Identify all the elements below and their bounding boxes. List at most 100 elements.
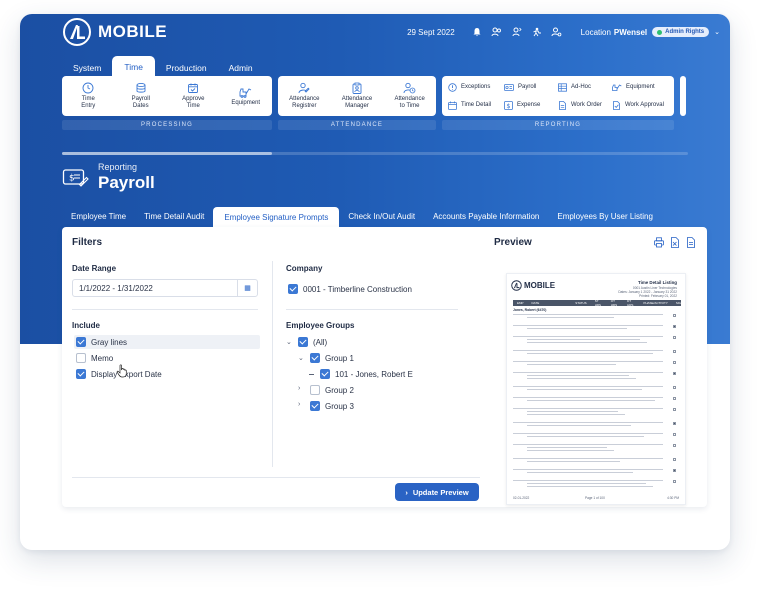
chevron-right-icon[interactable]: ›: [298, 401, 300, 408]
group-3[interactable]: Group 3: [310, 399, 354, 413]
ribbon-approve-time-label-2: Time: [186, 103, 200, 109]
users-icon[interactable]: [491, 26, 503, 38]
top-bar: MOBILE 29 Sept 2022 Location PWensel Adm…: [20, 14, 730, 50]
gray-lines-checkbox[interactable]: [76, 337, 86, 347]
ribbon-exceptions-label: Exceptions: [461, 84, 491, 90]
date-range-label: Date Range: [72, 264, 117, 273]
calendar-icon[interactable]: ▦: [237, 280, 257, 296]
update-preview-button[interactable]: › Update Preview: [395, 483, 479, 501]
doc-signature-box: [673, 372, 676, 375]
ribbon-group-reporting-label: REPORTING: [442, 120, 674, 130]
chevron-down-icon[interactable]: ⌄: [714, 28, 720, 36]
tab-employee-time[interactable]: Employee Time: [62, 207, 135, 225]
ribbon-report-payroll[interactable]: Payroll: [502, 78, 556, 96]
ribbon-report-equipment[interactable]: Equipment: [610, 78, 670, 96]
doc-footer-page: Page 1 of 100: [585, 496, 605, 500]
memo-checkbox[interactable]: [76, 353, 86, 363]
memo-label: Memo: [91, 353, 114, 363]
tab-time-detail-audit[interactable]: Time Detail Audit: [135, 207, 213, 225]
svg-text:$: $: [69, 173, 75, 183]
table-icon: [558, 82, 567, 92]
nav-tab-system[interactable]: System: [62, 58, 112, 78]
tab-employees-by-user-listing[interactable]: Employees By User Listing: [548, 207, 662, 225]
doc-text-line: [513, 325, 663, 326]
ribbon-scrollbar[interactable]: [62, 152, 688, 155]
ribbon-equipment[interactable]: Equipment: [221, 86, 271, 107]
calendar-icon: [448, 101, 457, 110]
group-all[interactable]: (All): [298, 335, 327, 349]
nav-tab-production[interactable]: Production: [155, 58, 218, 78]
doc-text-line: [513, 480, 663, 481]
group-3-checkbox[interactable]: [310, 401, 320, 411]
ribbon-attendance-registrer-label: Attendance: [289, 96, 320, 102]
chevron-down-icon[interactable]: ⌄: [286, 338, 292, 346]
ribbon-attendance-registrer[interactable]: Attendance Registrer: [279, 82, 329, 110]
doc-col-sig: SIG: [675, 301, 681, 305]
print-icon[interactable]: [654, 237, 664, 248]
employee-101[interactable]: 101 - Jones, Robert E: [320, 367, 413, 381]
company-option[interactable]: 0001 - Timberline Construction: [288, 282, 412, 296]
tab-accounts-payable-information[interactable]: Accounts Payable Information: [424, 207, 548, 225]
doc-text-line: [527, 414, 625, 415]
tab-check-in-out-audit[interactable]: Check In/Out Audit: [339, 207, 424, 225]
doc-signature-box: [673, 480, 676, 483]
ribbon-attendance-to-time-label-2: to Time: [399, 103, 420, 109]
group-1-checkbox[interactable]: [310, 353, 320, 363]
ribbon-report-payroll-label: Payroll: [518, 84, 537, 90]
ribbon-attendance-manager[interactable]: Attendance Manager: [332, 82, 382, 110]
group-all-label: (All): [313, 337, 328, 347]
ribbon-time-detail-label: Time Detail: [461, 102, 492, 108]
user-switch-icon[interactable]: [511, 26, 523, 38]
nav-tab-admin[interactable]: Admin: [218, 58, 264, 78]
doc-printed: Printed: February 01, 2022: [639, 294, 677, 298]
ribbon-time-entry[interactable]: Time Entry: [63, 82, 113, 110]
user-settings-icon[interactable]: [551, 26, 563, 38]
svg-text:$: $: [506, 102, 510, 110]
group-2[interactable]: Group 2: [310, 383, 354, 397]
ribbon-group-more[interactable]: [680, 76, 690, 116]
tab-employee-signature-prompts[interactable]: Employee Signature Prompts: [213, 207, 340, 227]
doc-text-line: [513, 408, 663, 409]
update-preview-label: Update Preview: [412, 487, 469, 497]
ribbon-ad-hoc[interactable]: Ad-Hoc: [556, 78, 610, 96]
report-preview-document[interactable]: MOBILE Time Detail Listing 0001 Austin L…: [506, 273, 686, 505]
date-range-input[interactable]: 1/1/2022 - 1/31/2022 ▦: [72, 279, 258, 297]
doc-signature-box: [673, 433, 676, 436]
ribbon-attendance-to-time[interactable]: Attendance to Time: [385, 82, 435, 110]
display-export-date-checkbox[interactable]: [76, 369, 86, 379]
app-logo[interactable]: MOBILE: [62, 17, 167, 47]
doc-text-line: [527, 317, 614, 318]
include-gray-lines[interactable]: Gray lines: [76, 335, 127, 349]
chevron-right-icon[interactable]: ›: [298, 385, 300, 392]
ribbon-approve-time[interactable]: Approve Time: [168, 82, 218, 110]
doc-text-line: [513, 397, 663, 398]
nav-tab-time[interactable]: Time: [112, 56, 155, 78]
employee-101-checkbox[interactable]: [320, 369, 330, 379]
clipboard-user-icon: [352, 82, 362, 94]
ribbon-group-processing-label: PROCESSING: [62, 120, 272, 130]
group-all-checkbox[interactable]: [298, 337, 308, 347]
employee-groups-label: Employee Groups: [286, 321, 355, 330]
chevron-down-icon[interactable]: ⌄: [298, 354, 304, 362]
ribbon-work-order[interactable]: Work Order: [556, 96, 610, 114]
ribbon-payroll-dates[interactable]: Payroll Dates: [116, 82, 166, 110]
ribbon-equipment-label: Equipment: [231, 99, 261, 106]
include-memo[interactable]: Memo: [76, 351, 113, 365]
doc-footer-time: 4:30 PM: [667, 496, 679, 500]
divider: [286, 309, 458, 310]
company-checkbox[interactable]: [288, 284, 298, 294]
group-2-checkbox[interactable]: [310, 385, 320, 395]
export-excel-icon[interactable]: [670, 237, 680, 248]
ribbon-time-detail[interactable]: Time Detail: [446, 96, 502, 114]
ribbon-exceptions[interactable]: Exceptions: [446, 78, 502, 96]
status-dot-icon: [657, 29, 663, 35]
bell-icon[interactable]: [471, 26, 483, 38]
ribbon-scrollbar-thumb[interactable]: [62, 152, 272, 155]
ribbon-toolbar: Time Entry Payroll Dates Approve Time Eq…: [62, 76, 730, 140]
ribbon-expense[interactable]: $ Expense: [502, 96, 556, 114]
export-pdf-icon[interactable]: [686, 237, 696, 248]
doc-title: Time Detail Listing: [638, 280, 677, 285]
user-run-icon[interactable]: [531, 26, 543, 38]
ribbon-work-approval[interactable]: Work Approval: [610, 96, 670, 114]
group-1[interactable]: Group 1: [310, 351, 354, 365]
